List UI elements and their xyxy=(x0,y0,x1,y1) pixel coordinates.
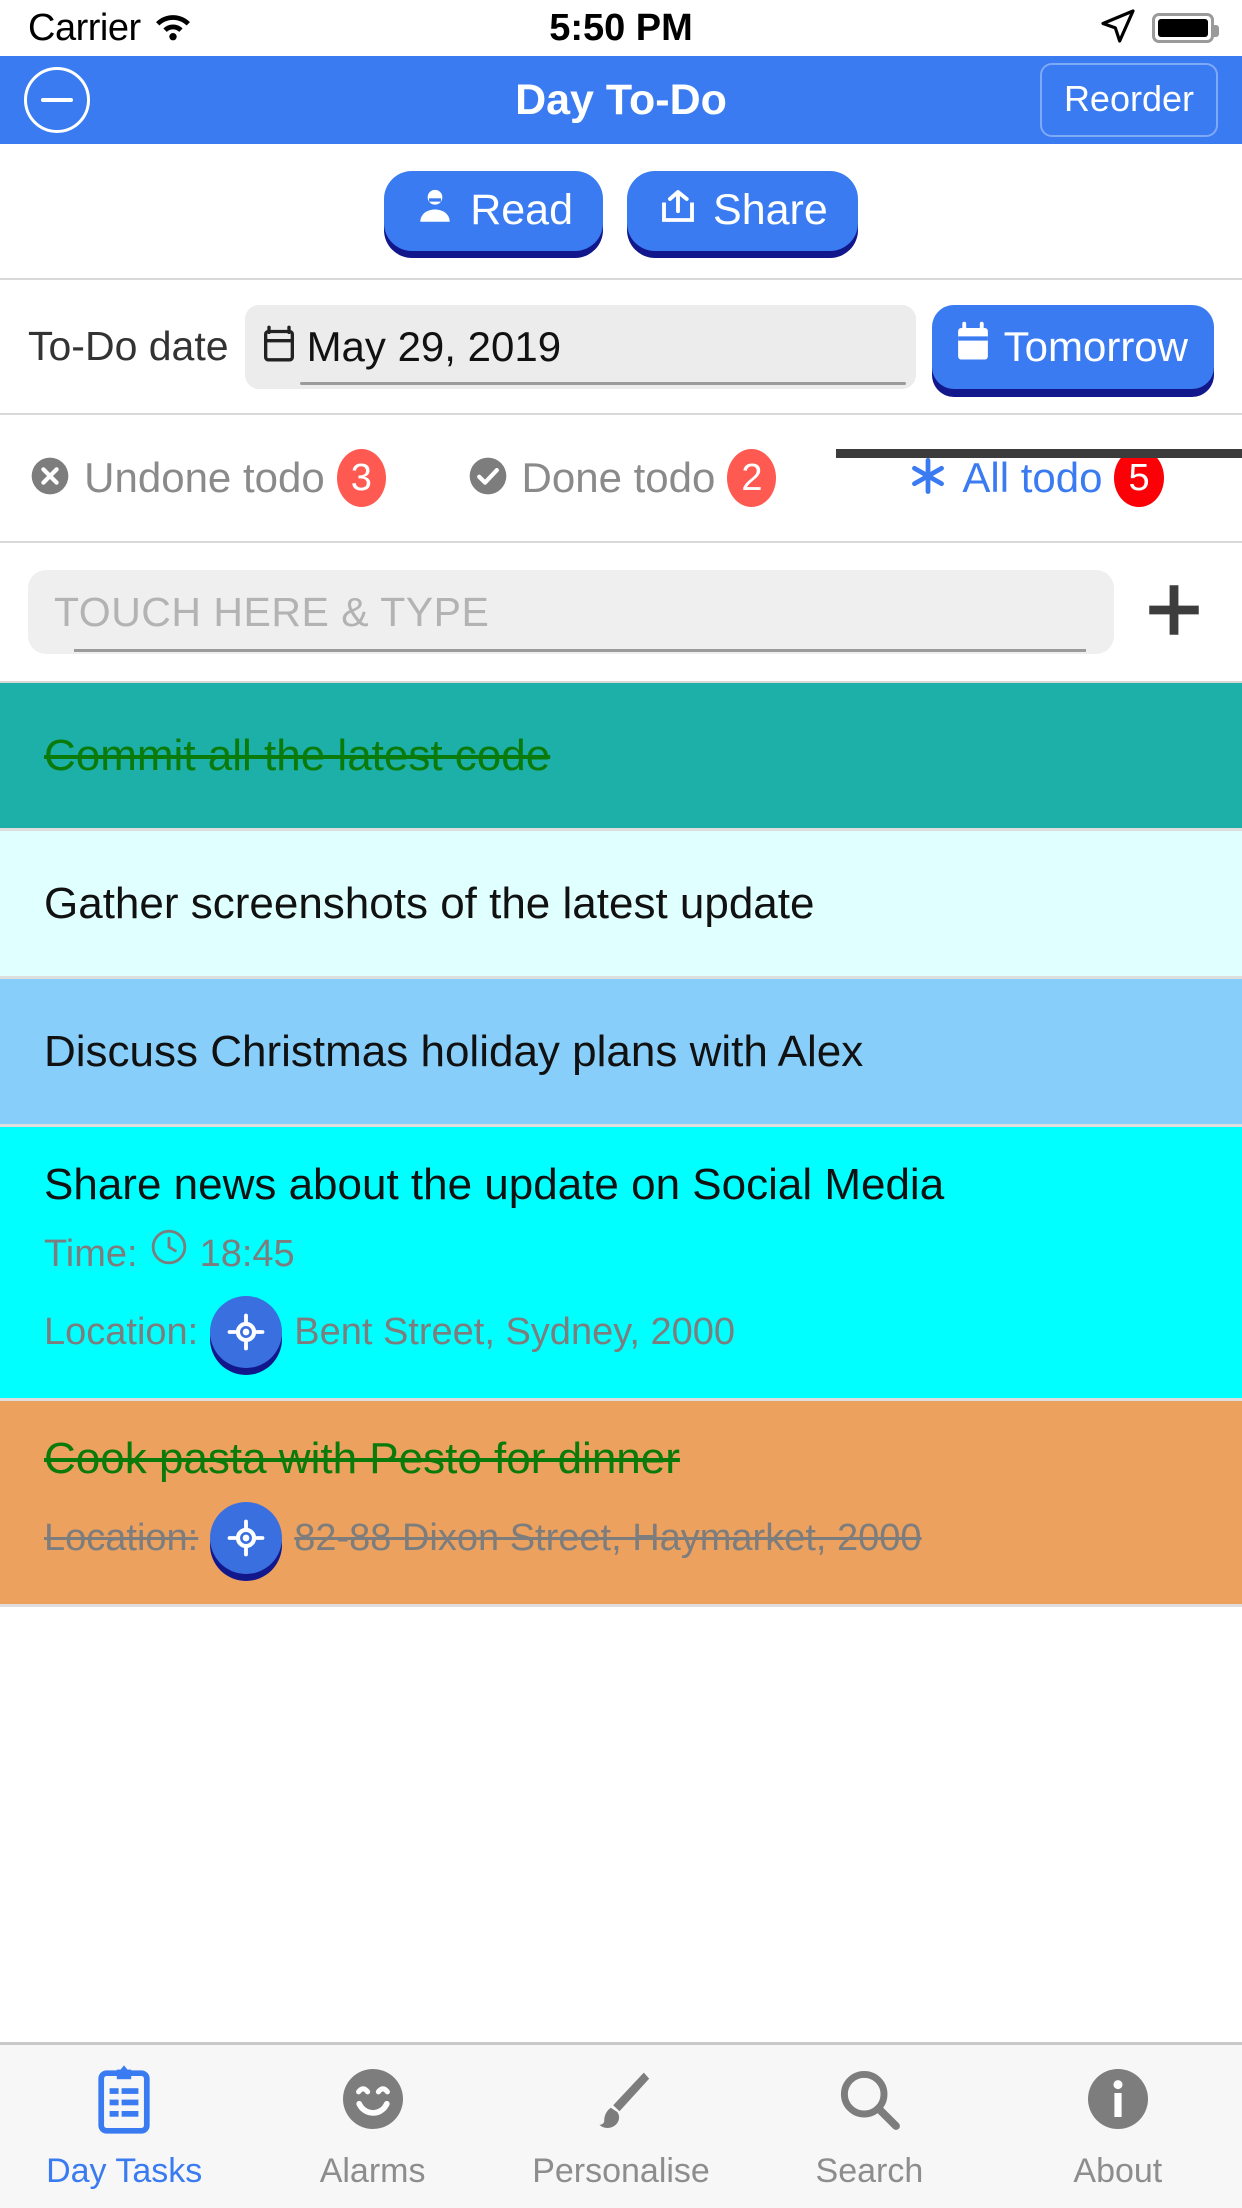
tab-alarms-label: Alarms xyxy=(319,2151,426,2190)
filter-tab-undone-label: Undone todo xyxy=(84,454,325,501)
task-title: Discuss Christmas holiday plans with Ale… xyxy=(44,1027,864,1076)
tab-day-tasks-label: Day Tasks xyxy=(46,2151,203,2190)
tab-alarms[interactable]: Alarms xyxy=(248,2045,496,2208)
tab-about-label: About xyxy=(1073,2151,1163,2190)
info-icon xyxy=(1082,2063,1154,2140)
filter-tabs: Undone todo 3 Done todo 2 All todo 5 xyxy=(0,415,1242,543)
filter-tab-done-badge: 2 xyxy=(727,449,777,507)
plus-icon xyxy=(1141,577,1207,648)
battery-full-icon xyxy=(1152,13,1219,43)
todo-date-label: To-Do date xyxy=(28,323,229,369)
tomorrow-button[interactable]: Tomorrow xyxy=(931,304,1214,389)
new-task-input[interactable]: TOUCH HERE & TYPE xyxy=(28,570,1114,654)
tab-search[interactable]: Search xyxy=(745,2045,993,2208)
location-arrow-icon xyxy=(1098,6,1138,51)
filter-tab-selection-indicator xyxy=(836,449,1242,458)
minus-circle-icon[interactable] xyxy=(24,67,90,133)
tab-personalise[interactable]: Personalise xyxy=(497,2045,745,2208)
task-time-label: Time: xyxy=(44,1232,138,1275)
calendar-icon xyxy=(952,319,994,375)
clipboard-icon xyxy=(88,2063,160,2140)
table-row[interactable]: Cook pasta with Pesto for dinner Locatio… xyxy=(0,1401,1242,1608)
task-location-value: Bent Street, Sydney, 2000 xyxy=(294,1310,736,1353)
person-icon xyxy=(414,185,456,235)
task-location-row: Location: Bent Street, Sydney, 2000 xyxy=(44,1296,1198,1369)
filter-tab-all-label: All todo xyxy=(962,454,1103,501)
todo-date-value: May 29, 2019 xyxy=(306,322,562,370)
task-location-label: Location: xyxy=(44,1516,199,1559)
todo-date-field[interactable]: May 29, 2019 xyxy=(244,304,916,389)
table-row[interactable]: Gather screenshots of the latest update xyxy=(0,831,1242,979)
share-button[interactable]: Share xyxy=(627,171,858,251)
status-bar: Carrier 5:50 PM xyxy=(0,0,1242,56)
task-location-label: Location: xyxy=(44,1310,199,1353)
tab-about[interactable]: About xyxy=(994,2045,1242,2208)
task-list: Commit all the latest code Gather screen… xyxy=(0,683,1242,2042)
table-row[interactable]: Commit all the latest code xyxy=(0,683,1242,831)
task-title: Gather screenshots of the latest update xyxy=(44,879,815,928)
tab-search-label: Search xyxy=(815,2151,924,2190)
x-circle-icon xyxy=(28,454,72,503)
filter-tab-done-label: Done todo xyxy=(521,454,716,501)
share-export-icon xyxy=(657,185,699,235)
tab-day-tasks[interactable]: Day Tasks xyxy=(0,2045,248,2208)
read-button-label: Read xyxy=(470,185,574,234)
table-row[interactable]: Discuss Christmas holiday plans with Ale… xyxy=(0,979,1242,1127)
task-title: Share news about the update on Social Me… xyxy=(44,1160,945,1209)
task-time-row: Time: 18:45 xyxy=(44,1228,1198,1280)
action-buttons-row: Read Share xyxy=(0,144,1242,280)
todo-date-row: To-Do date May 29, 2019 Tomorrow xyxy=(0,280,1242,415)
asterisk-icon xyxy=(906,454,950,503)
add-task-row: TOUCH HERE & TYPE xyxy=(0,543,1242,683)
check-circle-icon xyxy=(466,454,510,503)
status-bar-left: Carrier xyxy=(28,7,193,50)
filter-tab-done[interactable]: Done todo 2 xyxy=(414,449,828,541)
calendar-icon xyxy=(259,322,299,371)
location-pin-icon[interactable] xyxy=(210,1502,283,1575)
task-location-value: 82-88 Dixon Street, Haymarket, 2000 xyxy=(294,1516,922,1559)
filter-tab-undone[interactable]: Undone todo 3 xyxy=(0,449,414,541)
smiley-icon xyxy=(337,2063,409,2140)
new-task-placeholder: TOUCH HERE & TYPE xyxy=(54,588,490,635)
share-button-label: Share xyxy=(713,185,828,234)
task-title: Cook pasta with Pesto for dinner xyxy=(44,1434,680,1484)
nav-bar: Day To-Do Reorder xyxy=(0,56,1242,144)
bottom-tab-bar: Day Tasks Alarms Personalise Search Abou… xyxy=(0,2042,1242,2208)
status-bar-right xyxy=(1098,6,1219,51)
task-title: Commit all the latest code xyxy=(44,731,551,780)
location-pin-icon[interactable] xyxy=(210,1296,283,1369)
tab-personalise-label: Personalise xyxy=(532,2151,710,2190)
task-location-row: Location: 82-88 Dixon Street, Haymarket,… xyxy=(44,1502,1198,1575)
clock-icon xyxy=(150,1228,188,1280)
brush-icon xyxy=(585,2063,657,2140)
filter-tab-all[interactable]: All todo 5 xyxy=(828,449,1242,541)
app-screen: Carrier 5:50 PM Day To-Do Reorder Read S… xyxy=(0,0,1242,2208)
add-task-button[interactable] xyxy=(1134,577,1214,648)
search-icon xyxy=(833,2063,905,2140)
filter-tab-undone-badge: 3 xyxy=(336,449,386,507)
read-button[interactable]: Read xyxy=(384,171,604,251)
reorder-button[interactable]: Reorder xyxy=(1039,63,1218,137)
tomorrow-button-label: Tomorrow xyxy=(1003,322,1188,370)
carrier-label: Carrier xyxy=(28,6,141,49)
wifi-icon xyxy=(153,10,193,47)
task-time-value: 18:45 xyxy=(199,1232,295,1275)
table-row[interactable]: Share news about the update on Social Me… xyxy=(0,1127,1242,1402)
